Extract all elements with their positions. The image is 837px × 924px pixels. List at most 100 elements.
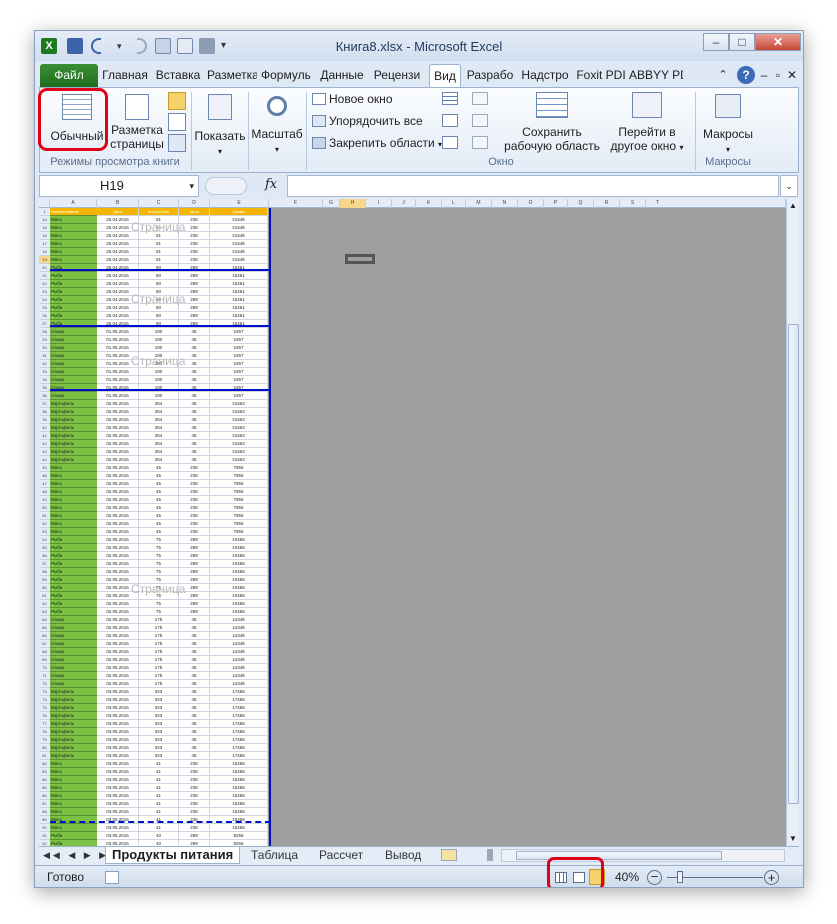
row-number[interactable]: 40 <box>39 424 50 432</box>
cell-name[interactable]: Сахар <box>50 344 97 352</box>
cell-price[interactable]: 45 <box>179 736 210 744</box>
row-number[interactable]: 20 <box>39 264 50 272</box>
col-header-n[interactable]: N <box>492 199 518 208</box>
macro-record-icon[interactable] <box>105 871 119 884</box>
cell-price[interactable]: 45 <box>179 400 210 408</box>
cell-name[interactable]: Мясо <box>50 520 97 528</box>
cell-price[interactable]: 45 <box>179 680 210 688</box>
cell-sum[interactable]: 2457 <box>210 352 268 360</box>
insert-function-icon[interactable]: fx <box>265 177 277 192</box>
cell-sum[interactable]: 12346 <box>210 640 268 648</box>
cell-name[interactable]: Мясо <box>50 784 97 792</box>
cell-quantity[interactable]: 41 <box>139 792 179 800</box>
tab-split-handle[interactable] <box>487 849 493 861</box>
col-header-r[interactable]: R <box>594 199 620 208</box>
table-row[interactable]: 49 Мясо 02.05.2016 45 236 7855 <box>39 496 269 504</box>
insert-sheet-icon[interactable] <box>441 849 457 861</box>
cell-date[interactable]: 02.05.2016 <box>97 656 139 664</box>
cell-quantity[interactable]: 41 <box>139 808 179 816</box>
cell-date[interactable]: 20.04.2016 <box>97 312 139 320</box>
cell-sum[interactable]: 12346 <box>210 672 268 680</box>
custom-views-icon[interactable] <box>168 113 186 131</box>
row-number[interactable]: 78 <box>39 728 50 736</box>
row-number[interactable]: 87 <box>39 800 50 808</box>
cell-price[interactable]: 45 <box>179 440 210 448</box>
row-number[interactable]: 67 <box>39 640 50 648</box>
cell-quantity[interactable]: 75 <box>139 536 179 544</box>
cell-date[interactable]: 02.05.2016 <box>97 648 139 656</box>
table-row[interactable]: 58 Рыба 02.05.2016 75 289 10456 <box>39 568 269 576</box>
row-number[interactable]: 32 <box>39 360 50 368</box>
row-number[interactable]: 56 <box>39 552 50 560</box>
cell-sum[interactable]: 8256 <box>210 832 268 840</box>
cell-name[interactable]: Картофель <box>50 752 97 760</box>
page-layout-button[interactable]: Разметка страницы <box>108 92 166 151</box>
cell-price[interactable]: 236 <box>179 256 210 264</box>
cell-price[interactable]: 45 <box>179 688 210 696</box>
cell-price[interactable]: 236 <box>179 760 210 768</box>
cell-price[interactable]: 45 <box>179 368 210 376</box>
cell-name[interactable]: Мясо <box>50 512 97 520</box>
workbook-minimize-icon[interactable]: – <box>757 64 771 87</box>
row-number[interactable]: 61 <box>39 592 50 600</box>
cell-quantity[interactable]: 343 <box>139 696 179 704</box>
row-number[interactable]: 18 <box>39 248 50 256</box>
cell-date[interactable]: 03.05.2016 <box>97 768 139 776</box>
cell-date[interactable]: 02.05.2016 <box>97 640 139 648</box>
row-number[interactable]: 15 <box>39 224 50 232</box>
cell-name[interactable]: Рыба <box>50 568 97 576</box>
cell-date[interactable]: 02.05.2016 <box>97 488 139 496</box>
sheet-tab-products[interactable]: Продукты питания <box>105 847 241 864</box>
cell-price[interactable]: 289 <box>179 600 210 608</box>
cell-price[interactable]: 236 <box>179 512 210 520</box>
cell-date[interactable]: 02.05.2016 <box>97 616 139 624</box>
cell-sum[interactable]: 2457 <box>210 336 268 344</box>
col-header-g[interactable]: G <box>323 199 340 208</box>
cell-price[interactable]: 236 <box>179 520 210 528</box>
cell-date[interactable]: 02.05.2016 <box>97 544 139 552</box>
cell-date[interactable]: 02.05.2016 <box>97 528 139 536</box>
cell-sum[interactable]: 2457 <box>210 344 268 352</box>
cell-sum[interactable]: 15456 <box>210 824 268 832</box>
table-row[interactable]: 67 Сахар 02.05.2016 175 45 12346 <box>39 640 269 648</box>
cell-sum[interactable]: 17456 <box>210 752 268 760</box>
cell-sum[interactable]: 21546 <box>210 232 268 240</box>
tab-formulas[interactable]: Формулы <box>261 64 311 87</box>
cell-sum[interactable]: 15461 <box>210 304 268 312</box>
cell-quantity[interactable]: 343 <box>139 720 179 728</box>
cell-quantity[interactable]: 264 <box>139 456 179 464</box>
cell-sum[interactable]: 15456 <box>210 768 268 776</box>
header-cell-quantity[interactable]: Количество <box>139 208 179 216</box>
table-row[interactable]: 40 Картофель 02.05.2016 264 45 21563 <box>39 424 269 432</box>
cell-quantity[interactable]: 45 <box>139 496 179 504</box>
cell-sum[interactable]: 17456 <box>210 736 268 744</box>
cell-sum[interactable]: 15461 <box>210 312 268 320</box>
cell-sum[interactable]: 15456 <box>210 808 268 816</box>
row-number[interactable]: 73 <box>39 688 50 696</box>
cell-name[interactable]: Рыба <box>50 536 97 544</box>
col-header-s[interactable]: S <box>620 199 646 208</box>
cell-price[interactable]: 236 <box>179 768 210 776</box>
cell-price[interactable]: 236 <box>179 784 210 792</box>
row-number[interactable]: 17 <box>39 240 50 248</box>
cell-quantity[interactable]: 343 <box>139 728 179 736</box>
cell-name[interactable]: Рыба <box>50 544 97 552</box>
row-number[interactable]: 54 <box>39 536 50 544</box>
reset-window-position-icon[interactable] <box>472 136 488 149</box>
cell-name[interactable]: Сахар <box>50 640 97 648</box>
cell-sum[interactable]: 17456 <box>210 696 268 704</box>
cell-price[interactable]: 45 <box>179 344 210 352</box>
cell-date[interactable]: 03.05.2016 <box>97 784 139 792</box>
cell-quantity[interactable]: 41 <box>139 776 179 784</box>
cell-name[interactable]: Картофель <box>50 720 97 728</box>
cell-price[interactable]: 45 <box>179 328 210 336</box>
cell-quantity[interactable]: 91 <box>139 240 179 248</box>
col-header-o[interactable]: O <box>518 199 544 208</box>
cell-sum[interactable]: 15456 <box>210 800 268 808</box>
table-header-row[interactable]: 1 Наименование Дата Количество Цена Сумм… <box>39 208 269 216</box>
cell-price[interactable]: 45 <box>179 704 210 712</box>
cell-quantity[interactable]: 175 <box>139 624 179 632</box>
cell-quantity[interactable]: 175 <box>139 616 179 624</box>
cell-quantity[interactable]: 40 <box>139 832 179 840</box>
name-box-dropdown-icon[interactable]: ▾ <box>189 176 194 196</box>
